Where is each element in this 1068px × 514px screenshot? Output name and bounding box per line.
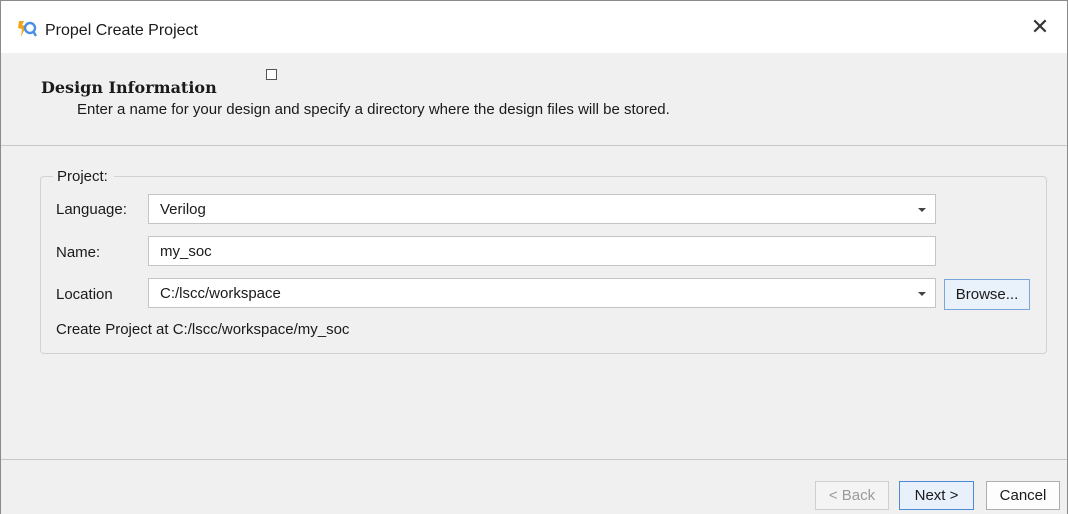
name-label: Name: — [56, 244, 101, 261]
language-value: Verilog — [160, 201, 206, 218]
back-button[interactable]: < Back — [815, 481, 889, 510]
window-title: Propel Create Project — [45, 22, 198, 39]
chevron-down-icon — [918, 292, 926, 296]
name-input[interactable]: my_soc — [148, 236, 936, 266]
cancel-button[interactable]: Cancel — [986, 481, 1060, 510]
name-value: my_soc — [160, 243, 212, 260]
location-combo[interactable]: C:/lscc/workspace — [148, 278, 936, 308]
page-title: Design Information — [41, 78, 217, 97]
browse-button[interactable]: Browse... — [944, 279, 1030, 310]
close-icon[interactable]: ✕ — [1027, 14, 1053, 40]
create-project-dialog: Propel Create Project ✕ Design Informati… — [0, 0, 1068, 514]
header-checkbox-icon — [266, 69, 277, 80]
page-subtitle: Enter a name for your design and specify… — [77, 101, 670, 118]
language-select[interactable]: Verilog — [148, 194, 936, 224]
location-value: C:/lscc/workspace — [160, 285, 281, 302]
content-area: Project: Language: Verilog Name: my_soc … — [1, 146, 1067, 459]
language-label: Language: — [56, 201, 127, 218]
next-button[interactable]: Next > — [899, 481, 974, 510]
chevron-down-icon — [918, 208, 926, 212]
project-group-label: Project: — [53, 168, 114, 185]
page-header: Design Information Enter a name for your… — [1, 53, 1067, 146]
propel-app-icon — [18, 21, 37, 37]
location-label: Location — [56, 286, 113, 303]
create-path-text: Create Project at C:/lscc/workspace/my_s… — [56, 321, 350, 338]
title-bar: Propel Create Project ✕ — [1, 1, 1067, 53]
dialog-footer: < Back Next > Cancel — [1, 459, 1067, 514]
